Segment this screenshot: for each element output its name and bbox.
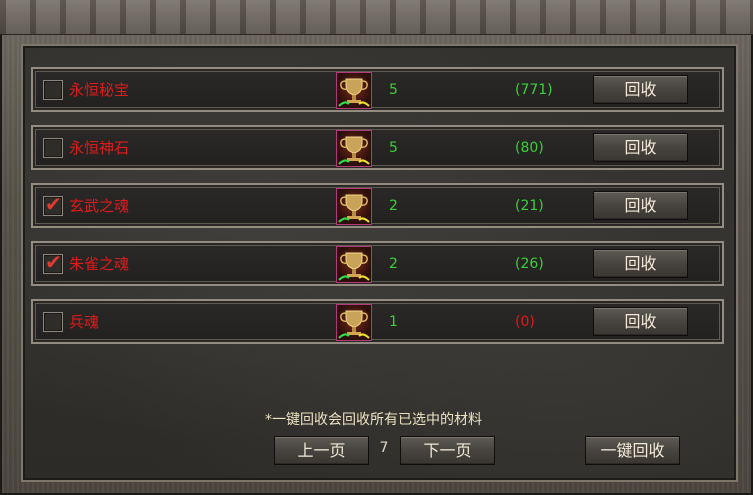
recycle-button[interactable]: 回收 [593, 75, 688, 104]
item-name: 永恒神石 [69, 139, 130, 157]
item-required-qty: 5 [389, 140, 398, 156]
item-checkbox[interactable] [43, 312, 63, 332]
item-row: 永恒神石 5 (80) 回收 [31, 125, 724, 170]
trophy-cup-icon [336, 130, 372, 167]
check-icon: ✔ [45, 250, 62, 274]
recycle-all-button[interactable]: 一键回收 [585, 436, 680, 465]
item-required-qty: 2 [389, 256, 398, 272]
page-number: 7 [379, 440, 389, 456]
item-checkbox[interactable]: ✔ [43, 250, 63, 274]
item-row: 兵魂 1 (0) 回收 [31, 299, 724, 344]
next-page-button[interactable]: 下一页 [400, 436, 495, 465]
item-row: ✔ 玄武之魂 2 (21) 回收 [31, 183, 724, 228]
item-checkbox[interactable] [43, 138, 63, 158]
trophy-cup-icon [336, 304, 372, 341]
item-required-qty: 2 [389, 198, 398, 214]
prev-page-button[interactable]: 上一页 [274, 436, 369, 465]
item-owned-count: (21) [515, 198, 544, 214]
item-checkbox[interactable]: ✔ [43, 192, 63, 216]
item-required-qty: 1 [389, 314, 398, 330]
window-header-ornament [0, 0, 753, 35]
recycle-button[interactable]: 回收 [593, 133, 688, 162]
item-owned-count: (771) [515, 82, 553, 98]
trophy-cup-icon [336, 188, 372, 225]
item-owned-count: (80) [515, 140, 544, 156]
item-name: 兵魂 [69, 313, 100, 331]
recycle-button[interactable]: 回收 [593, 249, 688, 278]
check-icon: ✔ [45, 192, 62, 216]
item-checkbox[interactable] [43, 80, 63, 100]
trophy-cup-icon [336, 246, 372, 283]
item-owned-count: (0) [515, 314, 535, 330]
item-row: 永恒秘宝 5 (771) 回收 [31, 67, 724, 112]
item-owned-count: (26) [515, 256, 544, 272]
recycle-hint-text: *一键回收会回收所有已选中的材料 [265, 412, 482, 428]
item-name: 朱雀之魂 [69, 255, 130, 273]
recycle-button[interactable]: 回收 [593, 307, 688, 336]
trophy-cup-icon [336, 72, 372, 109]
recycle-button[interactable]: 回收 [593, 191, 688, 220]
item-name: 永恒秘宝 [69, 81, 130, 99]
item-name: 玄武之魂 [69, 197, 130, 215]
item-row: ✔ 朱雀之魂 2 (26) 回收 [31, 241, 724, 286]
item-required-qty: 5 [389, 82, 398, 98]
